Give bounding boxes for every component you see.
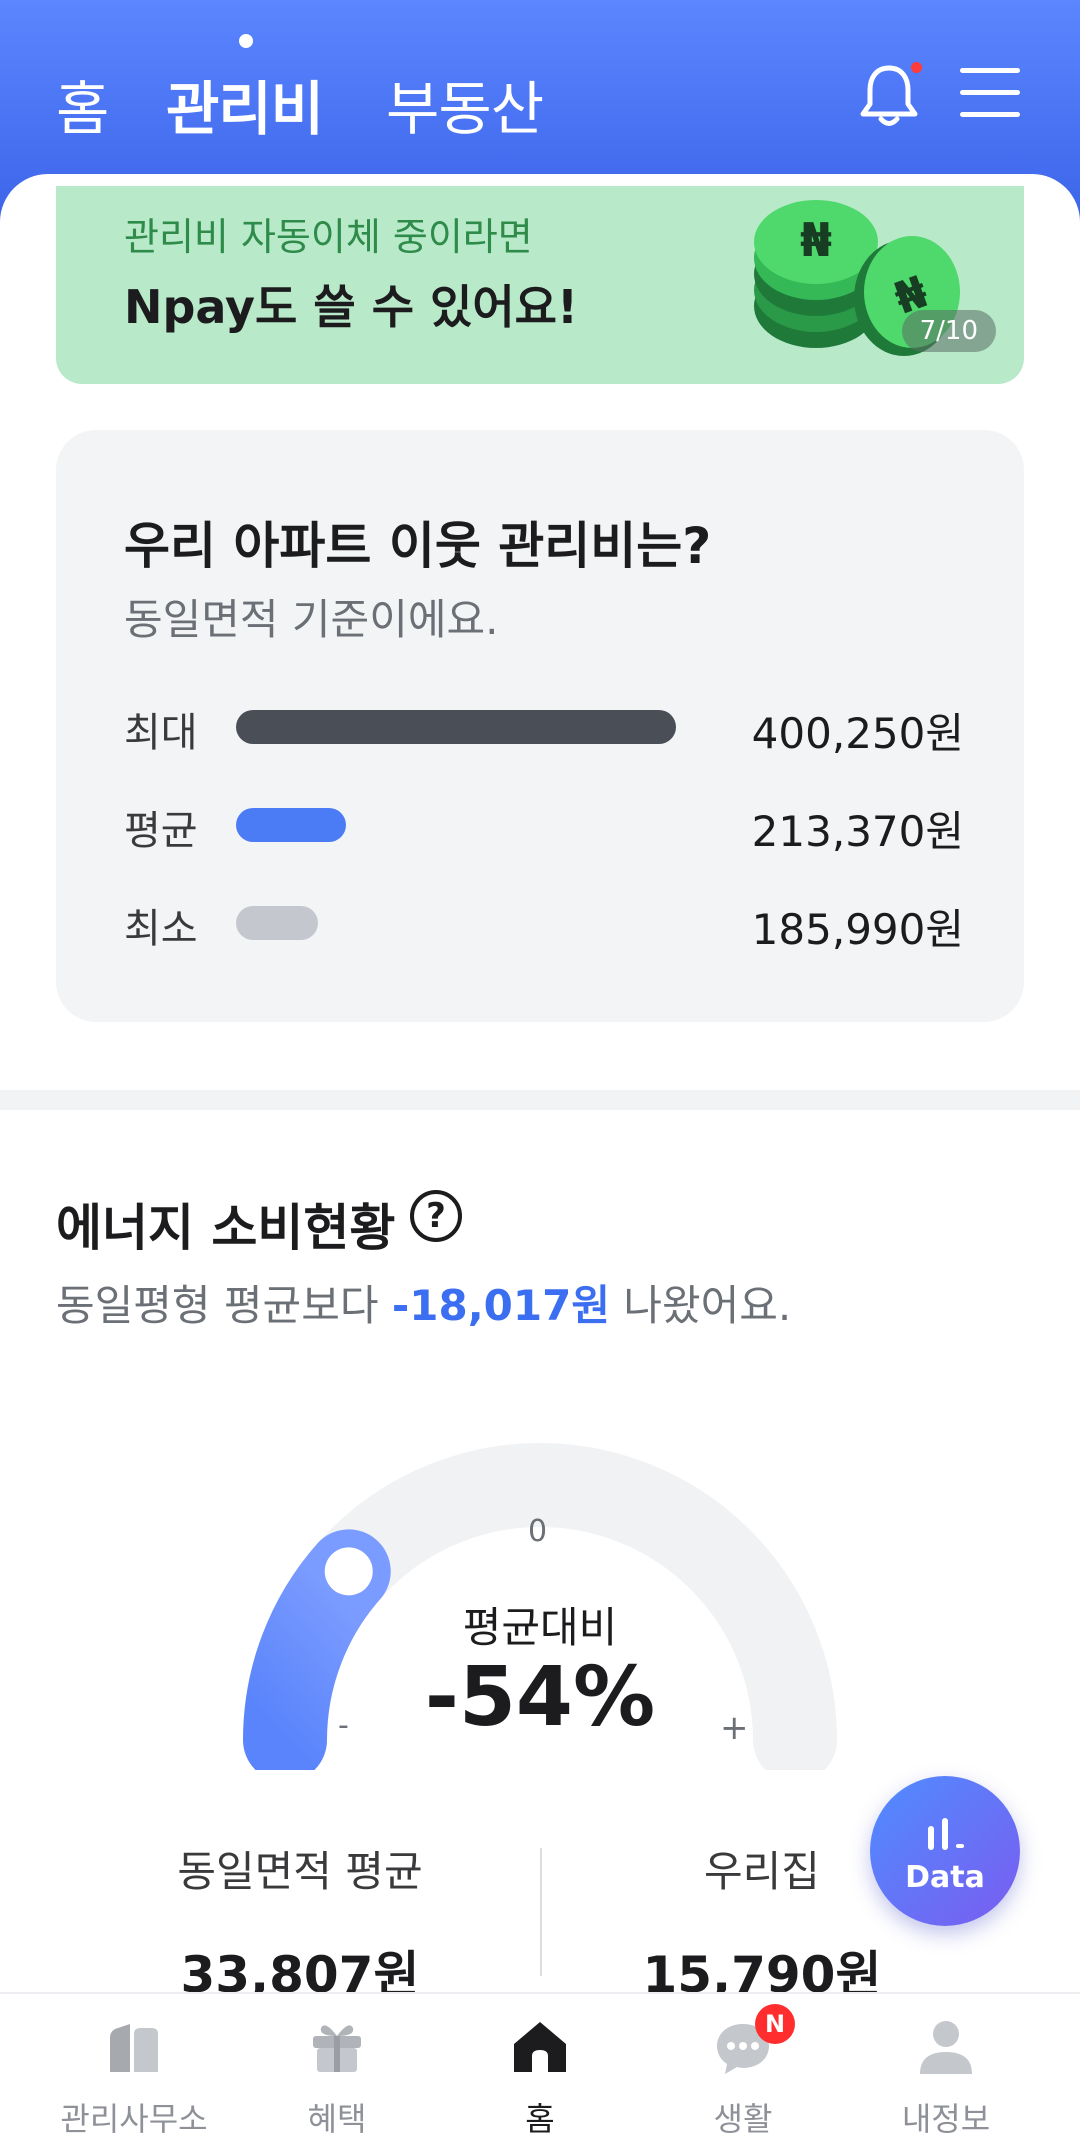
fee-row-value: 400,250원 bbox=[751, 709, 964, 758]
energy-diff-amount: -18,017원 bbox=[391, 1281, 610, 1330]
fee-bar-average bbox=[236, 808, 347, 842]
section-divider bbox=[0, 1090, 1080, 1110]
gauge-zero-label: 0 bbox=[528, 1514, 548, 1549]
notification-dot bbox=[911, 62, 922, 73]
home-icon bbox=[514, 2022, 566, 2072]
card-description: 동일면적 기준이에요. bbox=[124, 595, 499, 644]
fee-bar-min bbox=[236, 906, 318, 940]
fee-row-label: 평균 bbox=[124, 808, 198, 854]
tab-maintenance-fee[interactable]: 관리비 bbox=[166, 62, 324, 146]
gauge-caption: 평균대비 bbox=[462, 1603, 618, 1652]
promo-banner[interactable]: 관리비 자동이체 중이라면 Npay도 쓸 수 있어요! ₦ ₦ 7/10 bbox=[56, 186, 1024, 384]
banner-pager: 7/10 bbox=[901, 310, 996, 352]
data-fab-button[interactable]: Data bbox=[870, 1776, 1020, 1926]
bar-chart-icon bbox=[928, 1818, 964, 1850]
nav-label: 혜택 bbox=[307, 2100, 367, 2138]
nav-label: 내정보 bbox=[901, 2100, 991, 2138]
hamburger-menu-icon[interactable] bbox=[960, 68, 1020, 122]
fee-row-label: 최소 bbox=[124, 906, 198, 952]
nav-label: 생활 bbox=[713, 2100, 773, 2138]
stat-area-average: 동일면적 평균 33,807원 bbox=[100, 1838, 500, 2007]
svg-text:₦: ₦ bbox=[800, 213, 832, 267]
fee-row-value: 213,370원 bbox=[751, 807, 964, 856]
energy-section-title: 에너지 소비현황 bbox=[56, 1199, 396, 1257]
gauge-knob bbox=[324, 1547, 373, 1596]
energy-summary: 동일평형 평균보다 -18,017원 나왔어요. bbox=[56, 1272, 791, 1333]
nav-home[interactable]: 홈 bbox=[440, 1994, 640, 2150]
nav-label: 홈 bbox=[525, 2100, 555, 2138]
nav-management-office[interactable]: 관리사무소 bbox=[34, 1994, 234, 2150]
banner-title: Npay도 쓸 수 있어요! bbox=[124, 280, 578, 334]
neighbor-fee-card: 우리 아파트 이웃 관리비는? 동일면적 기준이에요. 최대 400,250원 … bbox=[56, 430, 1024, 1022]
banner-subtitle: 관리비 자동이체 중이라면 bbox=[124, 215, 533, 259]
building-icon bbox=[110, 2024, 158, 2072]
bottom-navigation: 관리사무소 혜택 홈 N 생활 내정보 bbox=[0, 1992, 1080, 2150]
gauge-percent-value: -54% bbox=[424, 1650, 656, 1745]
nav-benefits[interactable]: 혜택 bbox=[237, 1994, 437, 2150]
person-icon bbox=[920, 2021, 972, 2074]
help-circle-icon[interactable]: ? bbox=[410, 1190, 462, 1242]
nav-life[interactable]: N 생활 bbox=[643, 1994, 843, 2150]
energy-summary-suffix: 나왔어요. bbox=[609, 1281, 792, 1330]
energy-summary-prefix: 동일평형 평균보다 bbox=[56, 1281, 392, 1330]
nav-label: 관리사무소 bbox=[60, 2100, 208, 2138]
nav-my-info[interactable]: 내정보 bbox=[846, 1994, 1046, 2150]
fab-label: Data bbox=[905, 1860, 985, 1895]
fee-row-value: 185,990원 bbox=[751, 905, 964, 954]
new-badge: N bbox=[755, 2004, 795, 2044]
tab-real-estate[interactable]: 부동산 bbox=[386, 62, 544, 146]
active-tab-indicator bbox=[239, 34, 253, 48]
stat-divider bbox=[540, 1848, 542, 1976]
fee-row-label: 최대 bbox=[124, 710, 198, 756]
gift-icon bbox=[313, 2025, 361, 2072]
fee-row-min: 최소 185,990원 bbox=[124, 896, 964, 954]
card-title: 우리 아파트 이웃 관리비는? bbox=[124, 517, 712, 575]
fee-row-average: 평균 213,370원 bbox=[124, 798, 964, 856]
fee-row-max: 최대 400,250원 bbox=[124, 700, 964, 758]
stat-label: 동일면적 평균 bbox=[177, 1847, 423, 1896]
fee-bar-max bbox=[236, 710, 676, 744]
gauge-plus-label: + bbox=[720, 1708, 749, 1748]
tab-home[interactable]: 홈 bbox=[56, 62, 109, 146]
notification-bell-icon[interactable] bbox=[858, 62, 922, 128]
gauge-minus-label: - bbox=[338, 1708, 349, 1743]
